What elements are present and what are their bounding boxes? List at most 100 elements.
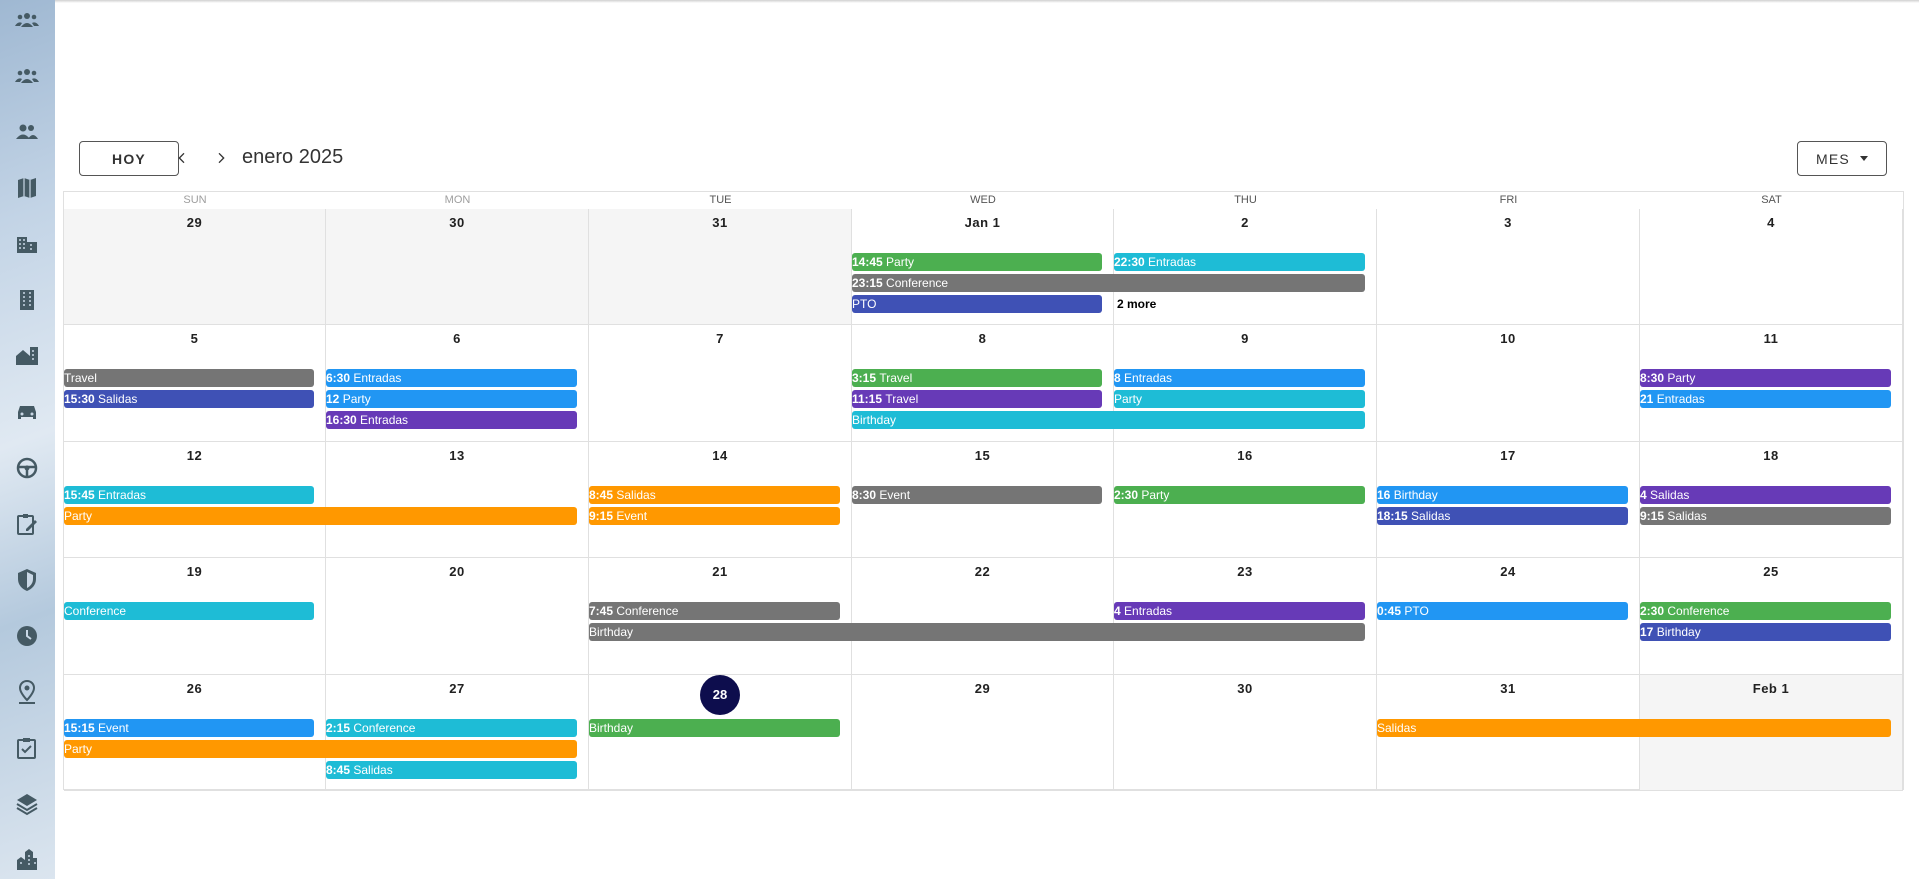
calendar-event[interactable]: 4 Entradas (1114, 602, 1365, 621)
date-number[interactable]: 8 (852, 331, 1113, 346)
calendar-event[interactable]: 12 Party (326, 390, 577, 409)
business-icon[interactable] (14, 231, 40, 257)
calendar-event[interactable]: 22:30 Entradas (1114, 253, 1365, 271)
date-number[interactable]: 9 (1114, 331, 1376, 346)
groups-icon[interactable] (14, 63, 40, 89)
calendar-event[interactable]: 15:30 Salidas (64, 390, 314, 409)
date-number[interactable]: 4 (1640, 215, 1902, 230)
calendar-event[interactable]: 23:15 Conference (852, 274, 1365, 292)
date-number[interactable]: 17 (1377, 448, 1639, 463)
calendar-event[interactable]: Travel (64, 369, 314, 388)
date-number[interactable]: 14 (589, 448, 851, 463)
apartment-icon[interactable] (14, 287, 40, 313)
checklist-icon[interactable] (14, 735, 40, 761)
date-number[interactable]: 3 (1377, 215, 1639, 230)
calendar-event[interactable]: 2:15 Conference (326, 718, 577, 737)
city-icon[interactable] (14, 847, 40, 873)
calendar-event[interactable]: Party (64, 739, 577, 758)
calendar-event[interactable]: PTO (852, 295, 1102, 313)
date-number[interactable]: 29 (852, 681, 1113, 696)
calendar-event[interactable]: 2:30 Conference (1640, 602, 1891, 621)
calendar-event[interactable]: 16 Birthday (1377, 485, 1628, 504)
day-cell[interactable]: 7 (589, 325, 852, 442)
day-cell[interactable]: 29 (64, 209, 326, 326)
date-number[interactable]: 16 (1114, 448, 1376, 463)
calendar-event[interactable]: 14:45 Party (852, 253, 1102, 271)
date-number[interactable]: 21 (589, 564, 851, 579)
calendar-event[interactable]: 9:15 Salidas (1640, 506, 1891, 525)
layers-icon[interactable] (14, 791, 40, 817)
calendar-event[interactable]: Birthday (589, 623, 1365, 642)
date-number[interactable]: 30 (1114, 681, 1376, 696)
today-date[interactable]: 28 (700, 674, 740, 715)
date-number[interactable]: 27 (326, 681, 588, 696)
person-pin-icon[interactable] (14, 679, 40, 705)
day-cell[interactable]: 30 (326, 209, 589, 326)
date-number[interactable]: 31 (1377, 681, 1639, 696)
steering-wheel-icon[interactable] (14, 455, 40, 481)
calendar-event[interactable]: 0:45 PTO (1377, 602, 1628, 621)
calendar-event[interactable]: 6:30 Entradas (326, 369, 577, 388)
day-cell[interactable]: 22 (852, 558, 1114, 675)
date-number[interactable]: Feb 1 (1640, 681, 1902, 696)
calendar-event[interactable]: Party (64, 506, 577, 525)
date-number[interactable]: 20 (326, 564, 588, 579)
view-select-button[interactable]: MES (1797, 141, 1887, 176)
date-number[interactable]: 24 (1377, 564, 1639, 579)
day-cell[interactable]: 29 (852, 674, 1114, 791)
date-number[interactable]: 19 (64, 564, 325, 579)
next-month-button[interactable] (209, 146, 233, 170)
date-number[interactable]: 12 (64, 448, 325, 463)
car-icon[interactable] (14, 399, 40, 425)
date-number[interactable]: 13 (326, 448, 588, 463)
calendar-event[interactable]: 8 Entradas (1114, 369, 1365, 388)
date-number[interactable]: 2 (1114, 215, 1376, 230)
date-number[interactable]: 15 (852, 448, 1113, 463)
date-number[interactable]: 22 (852, 564, 1113, 579)
prev-month-button[interactable] (170, 146, 194, 170)
calendar-event[interactable]: 17 Birthday (1640, 623, 1891, 642)
calendar-event[interactable]: 18:15 Salidas (1377, 506, 1628, 525)
calendar-event[interactable]: Salidas (1377, 718, 1891, 737)
more-events-link[interactable]: 2 more (1117, 297, 1156, 311)
calendar-event[interactable]: Party (1114, 390, 1365, 409)
calendar-event[interactable]: 9:15 Event (589, 506, 840, 525)
date-number[interactable]: 26 (64, 681, 325, 696)
calendar-event[interactable]: 8:45 Salidas (589, 485, 840, 504)
calendar-event[interactable]: 15:15 Event (64, 718, 314, 737)
calendar-event[interactable]: Conference (64, 602, 314, 621)
date-number[interactable]: 11 (1640, 331, 1902, 346)
calendar-event[interactable]: 3:15 Travel (852, 369, 1102, 388)
assignment-icon[interactable] (14, 511, 40, 537)
calendar-event[interactable]: 8:45 Salidas (326, 760, 577, 779)
map-icon[interactable] (14, 175, 40, 201)
date-number[interactable]: Jan 1 (852, 215, 1113, 230)
calendar-event[interactable]: 8:30 Party (1640, 369, 1891, 388)
groups-icon[interactable] (14, 7, 40, 33)
calendar-event[interactable]: 4 Salidas (1640, 485, 1891, 504)
calendar-event[interactable]: Birthday (589, 718, 840, 737)
calendar-event[interactable]: 11:15 Travel (852, 390, 1102, 409)
date-number[interactable]: 30 (326, 215, 588, 230)
date-number[interactable]: 5 (64, 331, 325, 346)
day-cell[interactable]: 20 (326, 558, 589, 675)
date-number[interactable]: 25 (1640, 564, 1902, 579)
date-number[interactable]: 31 (589, 215, 851, 230)
date-number[interactable]: 7 (589, 331, 851, 346)
date-number[interactable]: 10 (1377, 331, 1639, 346)
calendar-event[interactable]: 15:45 Entradas (64, 485, 314, 504)
calendar-event[interactable]: 8:30 Event (852, 485, 1102, 504)
calendar-event[interactable]: 7:45 Conference (589, 602, 840, 621)
shield-icon[interactable] (14, 567, 40, 593)
day-cell[interactable]: 10 (1377, 325, 1640, 442)
clock-icon[interactable] (14, 623, 40, 649)
calendar-event[interactable]: 16:30 Entradas (326, 411, 577, 430)
date-number[interactable]: 6 (326, 331, 588, 346)
home-work-icon[interactable] (14, 343, 40, 369)
day-cell[interactable]: 3 (1377, 209, 1640, 326)
date-number[interactable]: 29 (64, 215, 325, 230)
calendar-event[interactable]: 2:30 Party (1114, 485, 1365, 504)
calendar-event[interactable]: 21 Entradas (1640, 390, 1891, 409)
day-cell[interactable]: 4 (1640, 209, 1903, 326)
day-cell[interactable]: 13 (326, 441, 589, 559)
